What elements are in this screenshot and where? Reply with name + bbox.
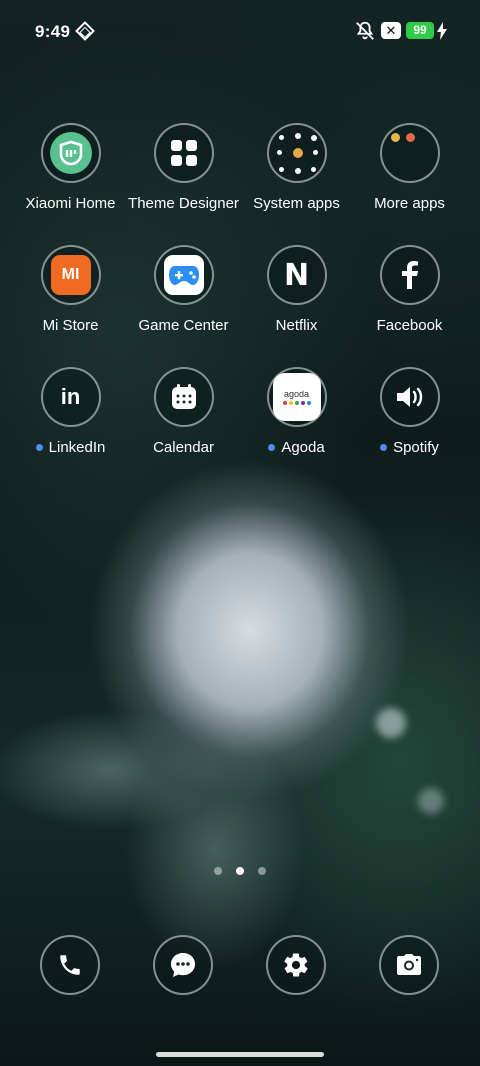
app-agoda[interactable]: agoda Agoda bbox=[240, 367, 353, 456]
new-install-dot bbox=[268, 444, 276, 451]
new-install-dot bbox=[35, 444, 43, 451]
app-label: Agoda bbox=[240, 439, 353, 456]
dock-camera-button[interactable] bbox=[379, 935, 439, 995]
facebook-icon bbox=[379, 245, 440, 305]
settings-gear-icon bbox=[284, 953, 308, 977]
netflix-icon: N bbox=[266, 245, 327, 305]
camera-icon bbox=[397, 954, 421, 975]
app-label: Game Center bbox=[138, 317, 229, 334]
app-label: LinkedIn bbox=[14, 439, 127, 456]
app-mi-store[interactable]: MI Mi Store bbox=[14, 245, 127, 334]
messages-icon bbox=[171, 953, 195, 977]
app-label: Facebook bbox=[376, 317, 443, 334]
more-apps-folder-icon bbox=[379, 123, 440, 183]
x-box-icon: ✕ bbox=[381, 22, 401, 39]
app-label: Spotify bbox=[353, 439, 466, 456]
mi-home-icon bbox=[40, 123, 101, 183]
app-label: Xiaomi Home bbox=[25, 195, 116, 212]
calendar-icon bbox=[153, 367, 214, 427]
charging-bolt-icon bbox=[437, 22, 447, 40]
app-label: Mi Store bbox=[42, 317, 99, 334]
app-label: Netflix bbox=[275, 317, 318, 334]
home-indicator-bar[interactable] bbox=[156, 1052, 324, 1057]
dock-messages-button[interactable] bbox=[153, 935, 213, 995]
app-label: More apps bbox=[374, 195, 445, 212]
app-netflix[interactable]: N Netflix bbox=[240, 245, 353, 334]
wallpaper-bokeh bbox=[376, 708, 406, 738]
theme-grid-icon bbox=[153, 123, 214, 183]
app-game-center[interactable]: Game Center bbox=[127, 245, 240, 334]
app-label: Theme Designer bbox=[128, 195, 239, 212]
system-apps-folder-icon bbox=[266, 123, 327, 183]
mi-store-icon: MI bbox=[40, 245, 101, 305]
status-bar: 9:49 ✕ 99 bbox=[0, 0, 480, 62]
app-xiaomi-home[interactable]: Xiaomi Home bbox=[14, 123, 127, 212]
app-more-apps-folder[interactable]: More apps bbox=[353, 123, 466, 212]
page-dot[interactable] bbox=[258, 867, 266, 875]
clock-time: 9:49 bbox=[35, 22, 71, 41]
app-system-apps-folder[interactable]: System apps bbox=[240, 123, 353, 212]
app-spotify[interactable]: Spotify bbox=[353, 367, 466, 456]
page-dot[interactable] bbox=[214, 867, 222, 875]
diamond-icon bbox=[75, 21, 95, 41]
phone-icon bbox=[60, 955, 80, 975]
page-indicator bbox=[0, 867, 480, 875]
app-label: Calendar bbox=[153, 439, 214, 456]
app-label: System apps bbox=[253, 195, 340, 212]
speaker-icon bbox=[379, 367, 440, 427]
page-dot-current[interactable] bbox=[236, 867, 244, 875]
linkedin-icon: in bbox=[40, 367, 101, 427]
app-calendar[interactable]: Calendar bbox=[127, 367, 240, 456]
dock-phone-button[interactable] bbox=[40, 935, 100, 995]
gamepad-icon bbox=[153, 245, 214, 305]
mute-icon bbox=[356, 21, 374, 40]
app-theme-designer[interactable]: Theme Designer bbox=[127, 123, 240, 212]
agoda-icon: agoda bbox=[266, 367, 327, 427]
app-facebook[interactable]: Facebook bbox=[353, 245, 466, 334]
app-linkedin[interactable]: in LinkedIn bbox=[14, 367, 127, 456]
dock-settings-button[interactable] bbox=[266, 935, 326, 995]
wallpaper-bokeh bbox=[418, 788, 444, 814]
new-install-dot bbox=[380, 444, 388, 451]
battery-icon: 99 bbox=[406, 22, 434, 39]
